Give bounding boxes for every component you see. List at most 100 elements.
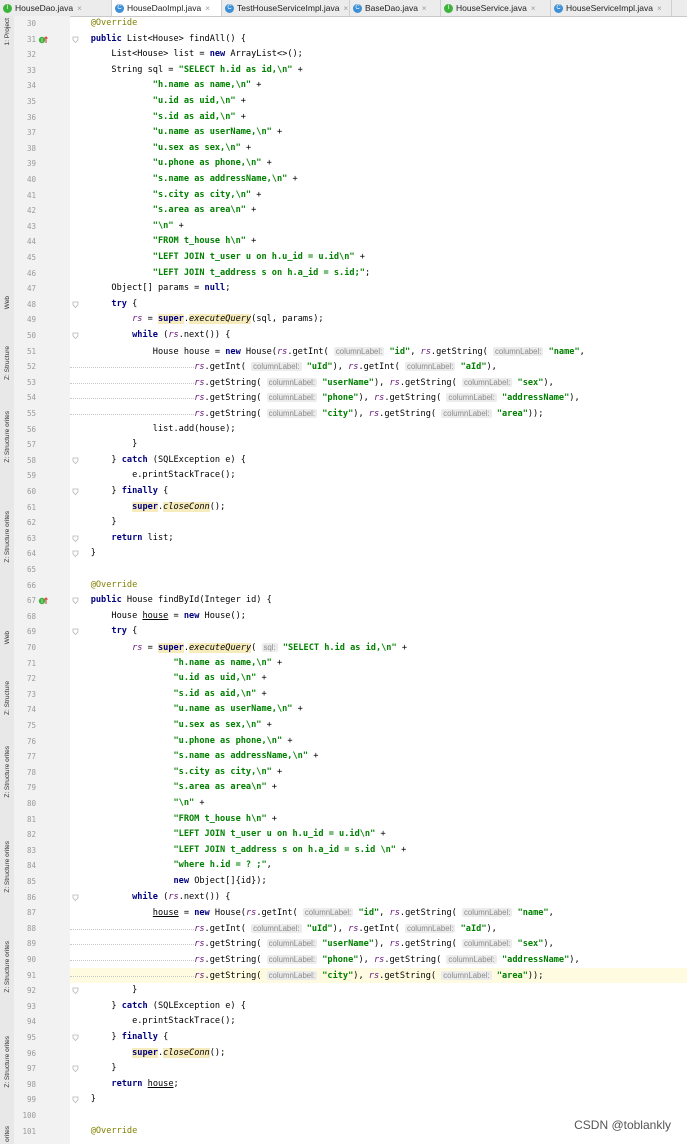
code-token: rs (348, 923, 359, 934)
close-icon[interactable]: × (205, 4, 210, 13)
code-token: rs (194, 923, 205, 934)
code-token: .getInt( (358, 362, 406, 373)
code-token: } (70, 548, 96, 559)
code-line: @Override (70, 16, 687, 32)
tab-houseserviceimpl-java[interactable]: C HouseServiceImpl.java × (551, 0, 672, 16)
line-number: 32 (26, 50, 36, 60)
code-token: + (194, 798, 205, 808)
code-token: House findById(Integer id) { (121, 595, 272, 606)
code-editor[interactable]: @Override public List<House> findAll() {… (70, 16, 687, 1144)
line-number: 62 (26, 518, 36, 528)
code-token: ), (486, 923, 497, 934)
code-token: .getString( (384, 955, 447, 965)
code-token: + (256, 688, 267, 699)
line-number: 42 (26, 206, 36, 216)
code-token: return (111, 532, 143, 543)
code-token: ), (569, 955, 580, 965)
tab-basedao-java[interactable]: C BaseDao.java × (350, 0, 441, 16)
tab-houseservice-java[interactable]: I HouseService.java × (441, 0, 551, 16)
line-number: 90 (26, 955, 36, 964)
tool-window-button[interactable]: Web (0, 296, 14, 309)
code-token: ; (364, 267, 371, 278)
indent-guide (70, 414, 194, 415)
code-token: + (308, 751, 319, 762)
override-implements-icon[interactable]: I (38, 596, 48, 606)
interface-file-icon: I (3, 3, 12, 13)
tool-window-button[interactable]: Web (0, 631, 14, 644)
code-token: @Override (90, 18, 138, 28)
tool-window-button[interactable]: orites (0, 1126, 14, 1142)
line-number: 97 (26, 1064, 36, 1074)
close-icon[interactable]: × (422, 4, 427, 13)
code-line: House house = new House(rs.getInt( colum… (70, 344, 687, 360)
tab-housedao-java[interactable]: I HouseDao.java × (0, 0, 112, 16)
code-token: "addressName" (502, 955, 570, 965)
parameter-hint: columnLabel: (266, 955, 318, 964)
tool-window-button[interactable]: Z: Structure (0, 681, 14, 715)
svg-text:I: I (41, 599, 42, 605)
code-token: , (579, 346, 585, 357)
code-token: new (209, 49, 226, 60)
code-line: "h.name as name,\n" + (70, 78, 687, 94)
code-line: } (70, 437, 687, 453)
code-token: ), (358, 955, 374, 965)
tool-window-label: orites (3, 1126, 11, 1142)
tool-window-button[interactable]: Z: Structure (0, 346, 14, 380)
tab-testhouseserviceimpl-java[interactable]: C TestHouseServiceImpl.java × (222, 0, 350, 16)
tool-window-button[interactable]: Z: Structure orites (0, 511, 14, 563)
code-token: = (168, 610, 184, 621)
override-implements-icon[interactable]: I (38, 35, 48, 45)
code-token: { (157, 486, 169, 496)
code-token: ), (353, 409, 369, 419)
code-token: House( (240, 346, 277, 357)
line-number: 74 (26, 705, 36, 715)
code-line: "u.sex as sex,\n" + (70, 141, 687, 157)
code-token: ), (332, 923, 349, 934)
tool-window-button[interactable]: Z: Structure orites (0, 1036, 14, 1088)
code-token: .getInt( (256, 908, 303, 919)
tool-window-button[interactable]: 1: Project (0, 18, 14, 45)
code-line: "FROM t_house h\n" + (70, 234, 687, 250)
tab-housedaoimpl-java[interactable]: C HouseDaoImpl.java × (112, 0, 222, 16)
close-icon[interactable]: × (657, 4, 662, 13)
tab-label: HouseService.java (456, 3, 527, 13)
close-icon[interactable]: × (77, 4, 82, 13)
code-line: "s.city as city,\n" + (70, 765, 687, 781)
code-token: "city" (322, 409, 354, 419)
tab-label: BaseDao.java (365, 3, 418, 13)
code-line: "s.area as area\n" + (70, 203, 687, 219)
tool-window-label: Z: Structure orites (3, 941, 11, 993)
interface-file-icon: I (444, 3, 453, 13)
tool-window-button[interactable]: Z: Structure orites (0, 746, 14, 798)
code-line: while (rs.next()) { (70, 328, 687, 344)
parameter-hint: columnLabel: (405, 362, 456, 372)
code-token: "u.sex as sex,\n" (152, 142, 241, 153)
code-token: ), (569, 393, 580, 404)
line-number: 67 (26, 596, 36, 606)
code-token: + (292, 64, 303, 75)
code-token: + (354, 252, 365, 262)
code-token: "u.phone as phone,\n" (173, 735, 283, 746)
tool-window-button[interactable]: Z: Structure orites (0, 841, 14, 893)
close-icon[interactable]: × (344, 4, 349, 13)
line-number: 71 (26, 658, 36, 668)
line-number: 33 (26, 65, 36, 75)
line-number: 96 (26, 1048, 36, 1058)
close-icon[interactable]: × (531, 4, 536, 13)
line-number: 49 (26, 315, 36, 325)
code-token: ; (225, 283, 231, 294)
tool-window-button[interactable]: Z: Structure orites (0, 411, 14, 463)
code-token: .getString( (204, 377, 267, 388)
code-line: House house = new House(); (70, 609, 687, 625)
code-token: )); (527, 970, 544, 981)
code-token: .getString( (399, 939, 462, 950)
tool-window-button[interactable]: Z: Structure orites (0, 941, 14, 993)
